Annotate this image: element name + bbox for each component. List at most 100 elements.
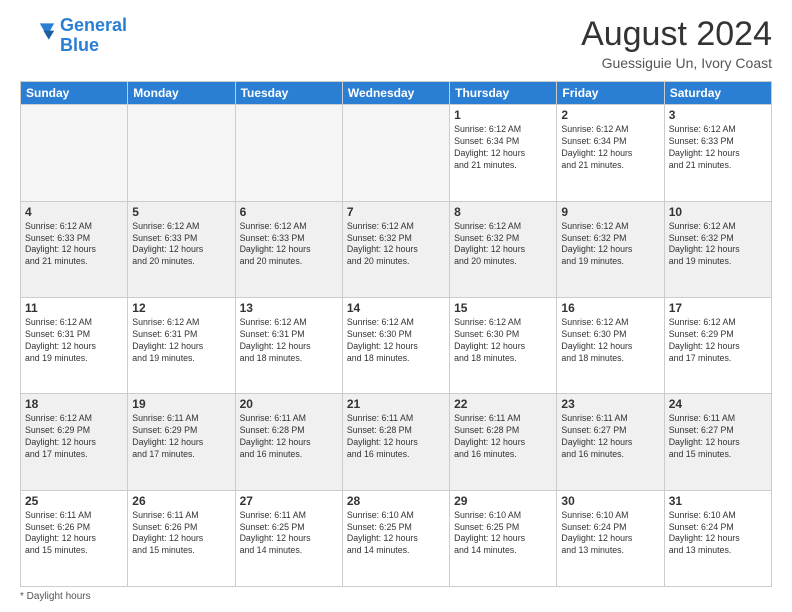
weekday-header: Monday	[128, 82, 235, 105]
calendar-cell: 12 Sunrise: 6:12 AM Sunset: 6:31 PM Dayli…	[128, 298, 235, 394]
calendar-cell: 9 Sunrise: 6:12 AM Sunset: 6:32 PM Daylig…	[557, 201, 664, 297]
day-info: Sunrise: 6:10 AM Sunset: 6:24 PM Dayligh…	[669, 510, 767, 558]
title-block: August 2024 Guessiguie Un, Ivory Coast	[581, 16, 772, 71]
day-info: Sunrise: 6:12 AM Sunset: 6:30 PM Dayligh…	[347, 317, 445, 365]
page: General Blue August 2024 Guessiguie Un, …	[0, 0, 792, 612]
day-info: Sunrise: 6:12 AM Sunset: 6:33 PM Dayligh…	[240, 221, 338, 269]
calendar-cell: 25 Sunrise: 6:11 AM Sunset: 6:26 PM Dayli…	[21, 490, 128, 586]
weekday-header: Wednesday	[342, 82, 449, 105]
day-info: Sunrise: 6:12 AM Sunset: 6:30 PM Dayligh…	[561, 317, 659, 365]
calendar-cell: 21 Sunrise: 6:11 AM Sunset: 6:28 PM Dayli…	[342, 394, 449, 490]
day-info: Sunrise: 6:11 AM Sunset: 6:25 PM Dayligh…	[240, 510, 338, 558]
day-info: Sunrise: 6:10 AM Sunset: 6:25 PM Dayligh…	[347, 510, 445, 558]
calendar-cell	[128, 105, 235, 201]
calendar-week-row: 4 Sunrise: 6:12 AM Sunset: 6:33 PM Daylig…	[21, 201, 772, 297]
day-info: Sunrise: 6:12 AM Sunset: 6:33 PM Dayligh…	[669, 124, 767, 172]
calendar-cell: 1 Sunrise: 6:12 AM Sunset: 6:34 PM Daylig…	[450, 105, 557, 201]
day-info: Sunrise: 6:12 AM Sunset: 6:34 PM Dayligh…	[561, 124, 659, 172]
weekday-header: Thursday	[450, 82, 557, 105]
calendar-cell	[21, 105, 128, 201]
calendar-cell: 11 Sunrise: 6:12 AM Sunset: 6:31 PM Dayli…	[21, 298, 128, 394]
day-info: Sunrise: 6:11 AM Sunset: 6:28 PM Dayligh…	[347, 413, 445, 461]
day-number: 8	[454, 205, 552, 219]
day-number: 26	[132, 494, 230, 508]
day-number: 10	[669, 205, 767, 219]
day-number: 30	[561, 494, 659, 508]
day-info: Sunrise: 6:12 AM Sunset: 6:30 PM Dayligh…	[454, 317, 552, 365]
day-number: 17	[669, 301, 767, 315]
calendar-cell: 4 Sunrise: 6:12 AM Sunset: 6:33 PM Daylig…	[21, 201, 128, 297]
day-number: 23	[561, 397, 659, 411]
day-info: Sunrise: 6:12 AM Sunset: 6:31 PM Dayligh…	[132, 317, 230, 365]
day-number: 4	[25, 205, 123, 219]
day-number: 14	[347, 301, 445, 315]
day-info: Sunrise: 6:10 AM Sunset: 6:24 PM Dayligh…	[561, 510, 659, 558]
day-info: Sunrise: 6:12 AM Sunset: 6:33 PM Dayligh…	[132, 221, 230, 269]
calendar-cell: 7 Sunrise: 6:12 AM Sunset: 6:32 PM Daylig…	[342, 201, 449, 297]
day-number: 12	[132, 301, 230, 315]
day-info: Sunrise: 6:12 AM Sunset: 6:31 PM Dayligh…	[240, 317, 338, 365]
weekday-header: Tuesday	[235, 82, 342, 105]
calendar-cell: 23 Sunrise: 6:11 AM Sunset: 6:27 PM Dayli…	[557, 394, 664, 490]
calendar-week-row: 18Sunrise: 6:12 AM Sunset: 6:29 PM Dayli…	[21, 394, 772, 490]
day-number: 31	[669, 494, 767, 508]
logo-line2: Blue	[60, 35, 99, 55]
day-info: Sunrise: 6:11 AM Sunset: 6:28 PM Dayligh…	[454, 413, 552, 461]
day-number: 28	[347, 494, 445, 508]
day-info: Sunrise: 6:11 AM Sunset: 6:28 PM Dayligh…	[240, 413, 338, 461]
day-number: 25	[25, 494, 123, 508]
calendar-cell: 2 Sunrise: 6:12 AM Sunset: 6:34 PM Daylig…	[557, 105, 664, 201]
calendar-cell: 3Sunrise: 6:12 AM Sunset: 6:33 PM Daylig…	[664, 105, 771, 201]
day-number: 6	[240, 205, 338, 219]
day-info: Sunrise: 6:11 AM Sunset: 6:27 PM Dayligh…	[561, 413, 659, 461]
day-number: 7	[347, 205, 445, 219]
calendar-cell: 10 Sunrise: 6:12 AM Sunset: 6:32 PM Dayli…	[664, 201, 771, 297]
day-number: 29	[454, 494, 552, 508]
day-number: 1	[454, 108, 552, 122]
calendar-cell: 5Sunrise: 6:12 AM Sunset: 6:33 PM Daylig…	[128, 201, 235, 297]
logo: General Blue	[20, 16, 127, 56]
day-info: Sunrise: 6:11 AM Sunset: 6:26 PM Dayligh…	[25, 510, 123, 558]
day-number: 2	[561, 108, 659, 122]
day-number: 24	[669, 397, 767, 411]
calendar-cell: 13 Sunrise: 6:12 AM Sunset: 6:31 PM Dayli…	[235, 298, 342, 394]
day-info: Sunrise: 6:12 AM Sunset: 6:33 PM Dayligh…	[25, 221, 123, 269]
day-number: 16	[561, 301, 659, 315]
calendar-week-row: 1 Sunrise: 6:12 AM Sunset: 6:34 PM Daylig…	[21, 105, 772, 201]
calendar-cell: 17 Sunrise: 6:12 AM Sunset: 6:29 PM Dayli…	[664, 298, 771, 394]
calendar-week-row: 25 Sunrise: 6:11 AM Sunset: 6:26 PM Dayli…	[21, 490, 772, 586]
calendar-cell: 29Sunrise: 6:10 AM Sunset: 6:25 PM Dayli…	[450, 490, 557, 586]
logo-line1: General	[60, 15, 127, 35]
day-info: Sunrise: 6:12 AM Sunset: 6:29 PM Dayligh…	[669, 317, 767, 365]
weekday-header: Sunday	[21, 82, 128, 105]
calendar-cell: 30 Sunrise: 6:10 AM Sunset: 6:24 PM Dayli…	[557, 490, 664, 586]
day-number: 19	[132, 397, 230, 411]
calendar-cell: 28 Sunrise: 6:10 AM Sunset: 6:25 PM Dayli…	[342, 490, 449, 586]
day-info: Sunrise: 6:11 AM Sunset: 6:29 PM Dayligh…	[132, 413, 230, 461]
calendar-cell: 18Sunrise: 6:12 AM Sunset: 6:29 PM Dayli…	[21, 394, 128, 490]
calendar-cell: 19 Sunrise: 6:11 AM Sunset: 6:29 PM Dayli…	[128, 394, 235, 490]
day-info: Sunrise: 6:12 AM Sunset: 6:29 PM Dayligh…	[25, 413, 123, 461]
day-number: 21	[347, 397, 445, 411]
daylight-note: Daylight hours	[27, 591, 91, 602]
logo-icon	[20, 18, 56, 54]
day-info: Sunrise: 6:12 AM Sunset: 6:32 PM Dayligh…	[454, 221, 552, 269]
day-number: 11	[25, 301, 123, 315]
weekday-header: Friday	[557, 82, 664, 105]
day-info: Sunrise: 6:12 AM Sunset: 6:34 PM Dayligh…	[454, 124, 552, 172]
day-info: Sunrise: 6:12 AM Sunset: 6:32 PM Dayligh…	[669, 221, 767, 269]
day-info: Sunrise: 6:12 AM Sunset: 6:32 PM Dayligh…	[347, 221, 445, 269]
calendar-cell: 22Sunrise: 6:11 AM Sunset: 6:28 PM Dayli…	[450, 394, 557, 490]
weekday-header-row: SundayMondayTuesdayWednesdayThursdayFrid…	[21, 82, 772, 105]
calendar-cell: 6 Sunrise: 6:12 AM Sunset: 6:33 PM Daylig…	[235, 201, 342, 297]
day-info: Sunrise: 6:12 AM Sunset: 6:32 PM Dayligh…	[561, 221, 659, 269]
calendar-cell: 24Sunrise: 6:11 AM Sunset: 6:27 PM Dayli…	[664, 394, 771, 490]
day-number: 9	[561, 205, 659, 219]
calendar-cell: 16 Sunrise: 6:12 AM Sunset: 6:30 PM Dayli…	[557, 298, 664, 394]
footer-note: * Daylight hours	[20, 591, 772, 602]
calendar-cell: 14 Sunrise: 6:12 AM Sunset: 6:30 PM Dayli…	[342, 298, 449, 394]
calendar-cell: 20Sunrise: 6:11 AM Sunset: 6:28 PM Dayli…	[235, 394, 342, 490]
day-number: 13	[240, 301, 338, 315]
day-info: Sunrise: 6:12 AM Sunset: 6:31 PM Dayligh…	[25, 317, 123, 365]
calendar: SundayMondayTuesdayWednesdayThursdayFrid…	[20, 81, 772, 587]
